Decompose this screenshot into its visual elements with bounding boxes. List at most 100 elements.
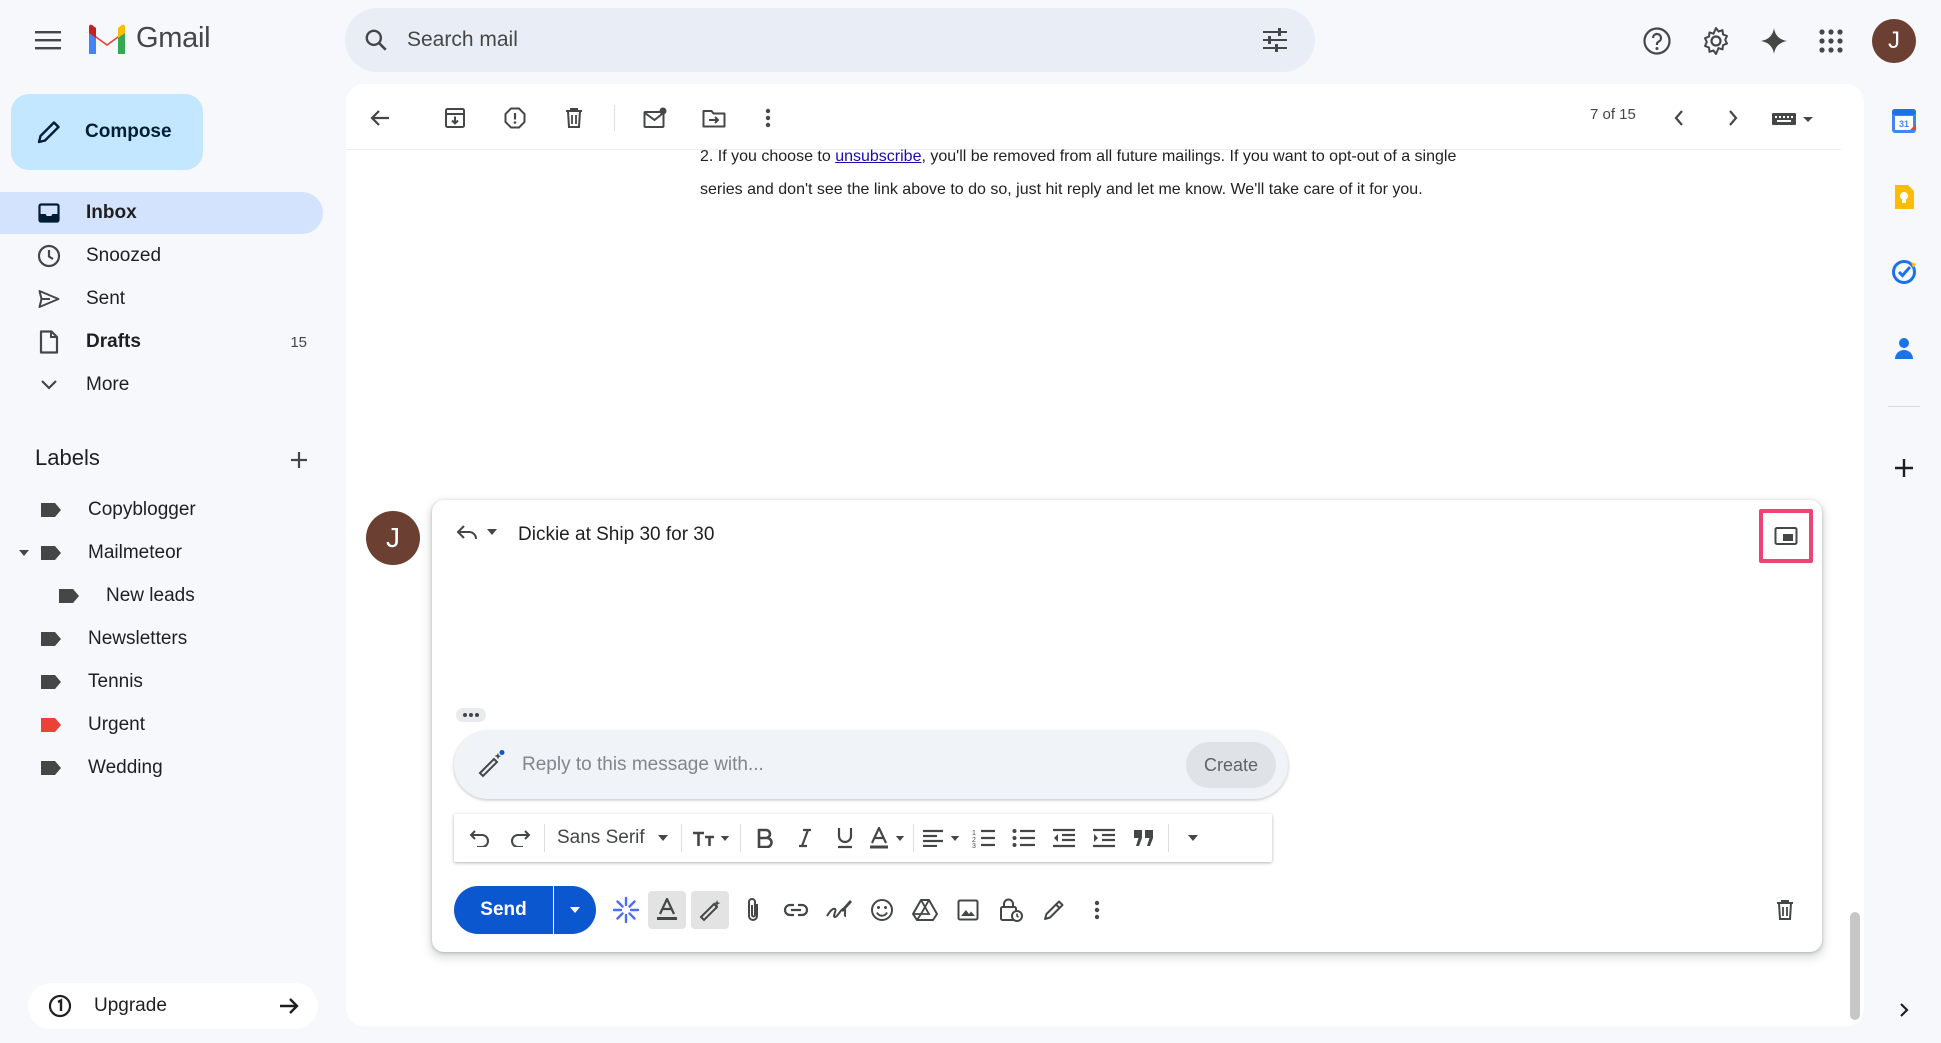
numbered-list-button[interactable]: 123 xyxy=(964,818,1004,858)
italic-button[interactable] xyxy=(785,818,825,858)
main-menu-button[interactable] xyxy=(28,20,68,60)
show-trimmed-content-button[interactable] xyxy=(456,708,486,722)
gmail-m-icon xyxy=(89,24,125,54)
calendar-app-button[interactable]: 31 xyxy=(1884,101,1924,141)
label-wedding[interactable]: Wedding xyxy=(38,748,163,788)
move-to-button[interactable] xyxy=(696,100,732,136)
scrollbar-thumb[interactable] xyxy=(1850,912,1860,1020)
formatting-options-button[interactable] xyxy=(648,891,686,929)
more-actions-button[interactable] xyxy=(750,100,786,136)
confidential-mode-button[interactable] xyxy=(992,891,1030,929)
compose-button[interactable]: Compose xyxy=(11,94,203,170)
archive-button[interactable] xyxy=(437,100,473,136)
hamburger-icon xyxy=(35,31,61,50)
drive-icon xyxy=(912,899,938,921)
support-button[interactable] xyxy=(1635,19,1679,63)
send-options-button[interactable] xyxy=(554,886,596,934)
unsubscribe-link[interactable]: unsubscribe xyxy=(835,148,921,165)
redo-button[interactable] xyxy=(500,818,540,858)
text-color-icon xyxy=(869,827,888,849)
inbox-icon xyxy=(36,203,62,223)
more-formatting-button[interactable] xyxy=(1173,818,1213,858)
newer-button[interactable] xyxy=(1661,100,1697,136)
message-line-2: series and don't see the link above to d… xyxy=(700,181,1423,198)
help-me-write-input[interactable]: Reply to this message with... xyxy=(522,754,1186,776)
create-button[interactable]: Create xyxy=(1186,742,1276,788)
bold-button[interactable] xyxy=(745,818,785,858)
align-button[interactable] xyxy=(918,818,964,858)
discard-draft-button[interactable] xyxy=(1766,891,1804,929)
underline-button[interactable] xyxy=(825,818,865,858)
sidebar-item-more[interactable]: More xyxy=(0,364,323,406)
bulleted-list-button[interactable] xyxy=(1004,818,1044,858)
pop-out-reply-button[interactable] xyxy=(1759,509,1813,563)
help-me-write-box[interactable]: Reply to this message with... Create xyxy=(454,731,1288,799)
plus-icon xyxy=(1895,459,1913,477)
keep-app-button[interactable] xyxy=(1884,177,1924,217)
sidebar-item-inbox[interactable]: Inbox xyxy=(0,192,323,234)
search-bar[interactable]: Search mail xyxy=(345,8,1315,72)
insert-signature-button[interactable] xyxy=(820,891,858,929)
settings-button[interactable] xyxy=(1694,19,1738,63)
insert-drive-button[interactable] xyxy=(906,891,944,929)
label-name: Tennis xyxy=(88,671,143,692)
back-button[interactable] xyxy=(362,100,398,136)
undo-icon xyxy=(469,830,489,847)
mark-unread-button[interactable] xyxy=(637,100,673,136)
indent-more-button[interactable] xyxy=(1084,818,1124,858)
insert-signature-pen-button[interactable] xyxy=(1035,891,1073,929)
show-side-panel-button[interactable] xyxy=(1884,990,1924,1030)
get-add-ons-button[interactable] xyxy=(1884,448,1924,488)
ai-assist-button[interactable] xyxy=(607,891,645,929)
label-mailmeteor[interactable]: Mailmeteor xyxy=(18,533,182,573)
rail-divider xyxy=(1888,406,1920,407)
reply-recipient[interactable]: Dickie at Ship 30 for 30 xyxy=(518,524,714,546)
indent-more-icon xyxy=(1092,828,1115,848)
label-tag-icon xyxy=(41,675,61,689)
insert-emoji-button[interactable] xyxy=(863,891,901,929)
label-urgent[interactable]: Urgent xyxy=(38,705,145,745)
account-avatar[interactable]: J xyxy=(1872,19,1916,63)
older-button[interactable] xyxy=(1715,100,1751,136)
label-new-leads[interactable]: New leads xyxy=(56,576,195,616)
emoji-icon xyxy=(871,899,893,921)
text-color-button[interactable] xyxy=(865,818,909,858)
undo-button[interactable] xyxy=(460,818,500,858)
sidebar-item-snoozed[interactable]: Snoozed xyxy=(0,235,323,277)
quote-button[interactable] xyxy=(1124,818,1164,858)
font-family-select[interactable]: Sans Serif xyxy=(549,818,677,858)
label-newsletters[interactable]: Newsletters xyxy=(38,619,187,659)
pager-count: 7 of 15 xyxy=(1590,106,1636,123)
delete-button[interactable] xyxy=(556,100,592,136)
help-me-write-button[interactable] xyxy=(691,891,729,929)
search-icon[interactable] xyxy=(363,27,389,53)
send-button[interactable]: Send xyxy=(454,886,553,934)
sidebar-item-sent[interactable]: Sent xyxy=(0,278,323,320)
image-icon xyxy=(957,899,979,921)
insert-photo-button[interactable] xyxy=(949,891,987,929)
caret-down-icon[interactable] xyxy=(18,548,30,558)
tasks-app-button[interactable] xyxy=(1884,252,1924,292)
google-apps-button[interactable] xyxy=(1809,19,1853,63)
search-options-button[interactable] xyxy=(1253,18,1297,62)
upgrade-button[interactable]: Upgrade xyxy=(28,983,318,1029)
font-size-button[interactable] xyxy=(686,818,736,858)
contacts-app-button[interactable] xyxy=(1884,328,1924,368)
caret-down-icon xyxy=(950,835,959,841)
sidebar-item-drafts[interactable]: Drafts 15 xyxy=(0,321,323,363)
indent-less-button[interactable] xyxy=(1044,818,1084,858)
gmail-logo[interactable]: Gmail xyxy=(86,22,211,55)
attach-files-button[interactable] xyxy=(734,891,772,929)
insert-link-button[interactable] xyxy=(777,891,815,929)
tasks-icon xyxy=(1892,260,1916,284)
create-label-button[interactable] xyxy=(284,445,314,475)
report-spam-button[interactable] xyxy=(497,100,533,136)
input-tools-button[interactable] xyxy=(1768,100,1818,136)
label-tennis[interactable]: Tennis xyxy=(38,662,143,702)
label-copyblogger[interactable]: Copyblogger xyxy=(38,490,196,530)
report-icon xyxy=(504,107,526,129)
reply-type-button[interactable] xyxy=(456,523,498,541)
more-options-button[interactable] xyxy=(1078,891,1116,929)
gemini-button[interactable] xyxy=(1752,19,1796,63)
search-input[interactable]: Search mail xyxy=(407,28,1253,52)
